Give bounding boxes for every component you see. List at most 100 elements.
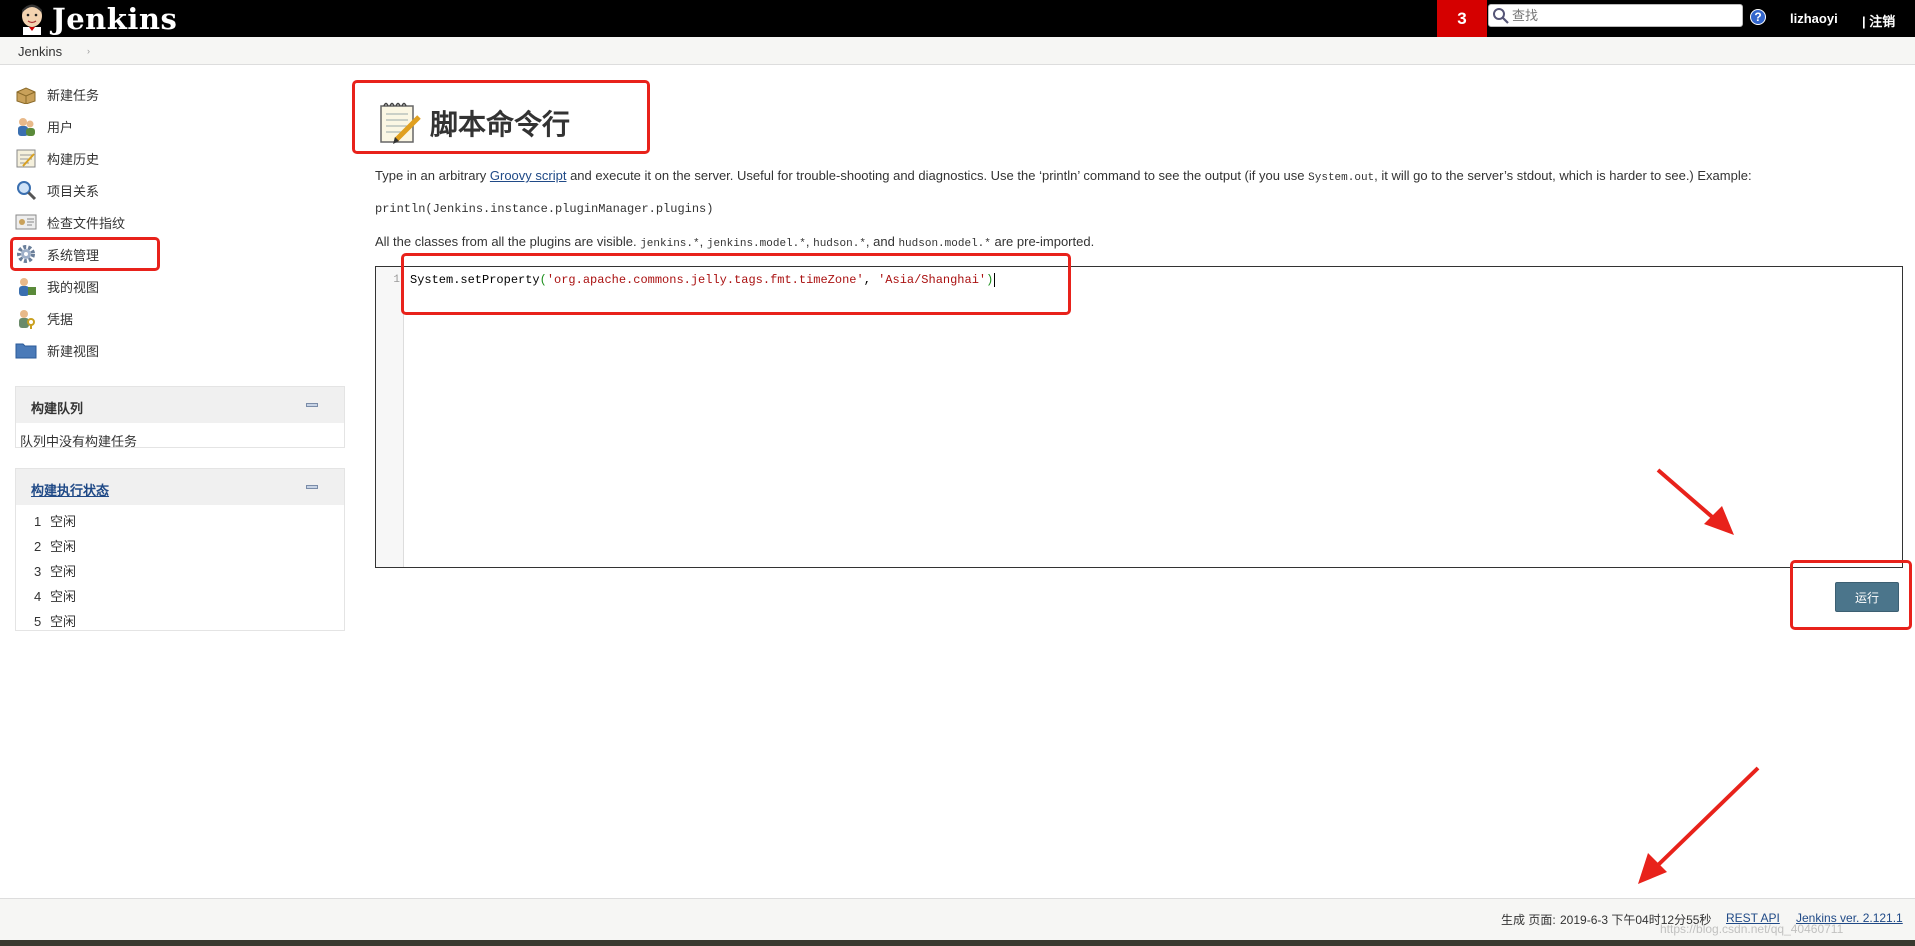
sidebar-item-new-job[interactable]: 新建任务 (14, 78, 344, 110)
sidebar-item-users[interactable]: 用户 (14, 110, 344, 142)
script-description: Type in an arbitrary Groovy script and e… (375, 168, 1752, 184)
magnifier-icon (14, 179, 38, 201)
executor-row: 3 空闲 (34, 561, 76, 580)
imports-description: All the classes from all the plugins are… (375, 234, 1094, 250)
watermark-text: https://blog.csdn.net/qq_40460711 (1660, 922, 1844, 936)
bottom-strip (0, 940, 1915, 946)
breadcrumb: Jenkins › (0, 37, 1915, 65)
sidebar-item-label: 用户 (47, 119, 74, 135)
sidebar-item-build-history[interactable]: 构建历史 (14, 142, 344, 174)
executor-status: 空闲 (50, 589, 77, 604)
executor-number: 4 (34, 589, 42, 604)
description-text: All the classes from all the plugins are… (375, 234, 641, 249)
executor-number: 2 (34, 539, 42, 554)
line-number: 1 (393, 274, 400, 286)
build-queue-pane: 构建队列 队列中没有构建任务 (15, 386, 345, 449)
new-package-icon (14, 83, 38, 105)
description-code: jenkins.model.* (706, 238, 806, 250)
notification-badge[interactable]: 3 (1437, 0, 1487, 37)
notepad-icon (14, 147, 38, 169)
build-queue-header: 构建队列 (16, 387, 344, 423)
description-code: System.out (1308, 172, 1375, 184)
description-code: jenkins.* (640, 238, 700, 250)
gear-icon (14, 243, 38, 265)
sidebar-item-new-view[interactable]: 新建视图 (14, 334, 344, 366)
help-icon[interactable]: ? (1750, 9, 1766, 25)
executor-number: 1 (34, 514, 42, 529)
executors-pane: 构建执行状态 1 空闲 2 空闲 3 空闲 4 空闲 5 空闲 (15, 468, 345, 631)
footer: 生成 页面: 2019-6-3 下午04时12分55秒 REST API Jen… (0, 898, 1915, 940)
sidebar-item-fingerprint[interactable]: 检查文件指纹 (14, 206, 344, 238)
folder-icon (14, 339, 38, 361)
description-text: and execute it on the server. Useful for… (566, 168, 1309, 183)
sidebar-item-manage-jenkins[interactable]: 系统管理 (14, 238, 344, 270)
build-queue-title: 构建队列 (31, 401, 84, 416)
executor-row: 5 空闲 (34, 611, 76, 630)
code-call: System.setProperty (410, 273, 540, 288)
executors-title-link[interactable]: 构建执行状态 (31, 480, 109, 499)
sidebar-item-label: 构建历史 (47, 151, 100, 167)
description-text: , it will go to the server’s stdout, whi… (1374, 168, 1752, 183)
breadcrumb-jenkins[interactable]: Jenkins (18, 44, 62, 59)
executor-status: 空闲 (50, 539, 77, 554)
fingerprint-icon (14, 211, 38, 233)
sidebar-item-credentials[interactable]: 凭据 (14, 302, 344, 334)
logout-link[interactable]: | 注销 (1862, 11, 1895, 30)
executor-status: 空闲 (50, 614, 77, 629)
notepad-icon (380, 102, 421, 144)
run-button[interactable]: 运行 (1835, 582, 1899, 612)
script-editor[interactable]: 1 System.setProperty('org.apache.commons… (375, 266, 1903, 568)
description-text: , and (865, 234, 899, 249)
description-text: Type in an arbitrary (375, 168, 490, 183)
sidebar-item-label: 新建任务 (47, 87, 100, 103)
groovy-script-link[interactable]: Groovy script (490, 168, 567, 183)
executor-status: 空闲 (50, 514, 77, 529)
code-comma: , (863, 273, 879, 288)
sidebar-item-my-views[interactable]: 我的视图 (14, 270, 344, 302)
executor-number: 5 (34, 614, 42, 629)
search-input[interactable] (1510, 6, 1722, 25)
sidebar-item-label: 检查文件指纹 (47, 215, 126, 231)
sidebar-item-label: 新建视图 (47, 343, 100, 359)
footer-generated-label: 生成 页面: (1501, 913, 1556, 927)
breadcrumb-arrow-icon[interactable]: › (87, 46, 90, 56)
build-queue-empty-text: 队列中没有构建任务 (20, 434, 138, 449)
sidebar-item-label: 项目关系 (47, 183, 100, 199)
code-string: 'org.apache.commons.jelly.tags.fmt.timeZ… (546, 273, 864, 288)
description-code: hudson.model.* (898, 238, 991, 250)
jenkins-logo[interactable]: Jenkins (18, 0, 177, 37)
user-link[interactable]: lizhaoyi (1790, 11, 1838, 26)
executor-number: 3 (34, 564, 42, 579)
sidebar-item-label: 凭据 (47, 311, 74, 327)
description-text: , (699, 234, 707, 249)
executor-status: 空闲 (50, 564, 77, 579)
example-code: println(Jenkins.instance.pluginManager.p… (375, 202, 714, 216)
editor-code-line[interactable]: System.setProperty('org.apache.commons.j… (410, 273, 996, 288)
description-code: hudson.* (813, 238, 866, 250)
logo-text: Jenkins (52, 1, 178, 36)
credentials-icon (14, 307, 38, 329)
page-title: 脚本命令行 (378, 100, 570, 146)
user-view-icon (14, 275, 38, 297)
editor-gutter: 1 (376, 267, 404, 567)
sidebar-item-label: 系统管理 (47, 247, 100, 263)
people-icon (14, 115, 38, 137)
arrow-to-timestamp (1638, 766, 1760, 884)
collapse-icon[interactable] (306, 403, 318, 407)
code-paren: ) (986, 273, 994, 288)
search-box (1488, 4, 1743, 27)
executors-header: 构建执行状态 (16, 469, 344, 505)
butler-icon (22, 4, 42, 35)
code-paren: ( (539, 273, 547, 288)
sidebar-item-project-relationship[interactable]: 项目关系 (14, 174, 344, 206)
description-text: are pre-imported. (990, 234, 1095, 249)
executor-row: 1 空闲 (34, 511, 76, 530)
sidebar-item-label: 我的视图 (47, 279, 100, 295)
text-cursor (994, 273, 996, 287)
executor-row: 4 空闲 (34, 586, 76, 605)
search-icon (1493, 7, 1509, 24)
code-string: 'Asia/Shanghai' (878, 273, 987, 288)
collapse-icon[interactable] (306, 485, 318, 489)
page-title-text: 脚本命令行 (430, 109, 571, 140)
executor-row: 2 空闲 (34, 536, 76, 555)
